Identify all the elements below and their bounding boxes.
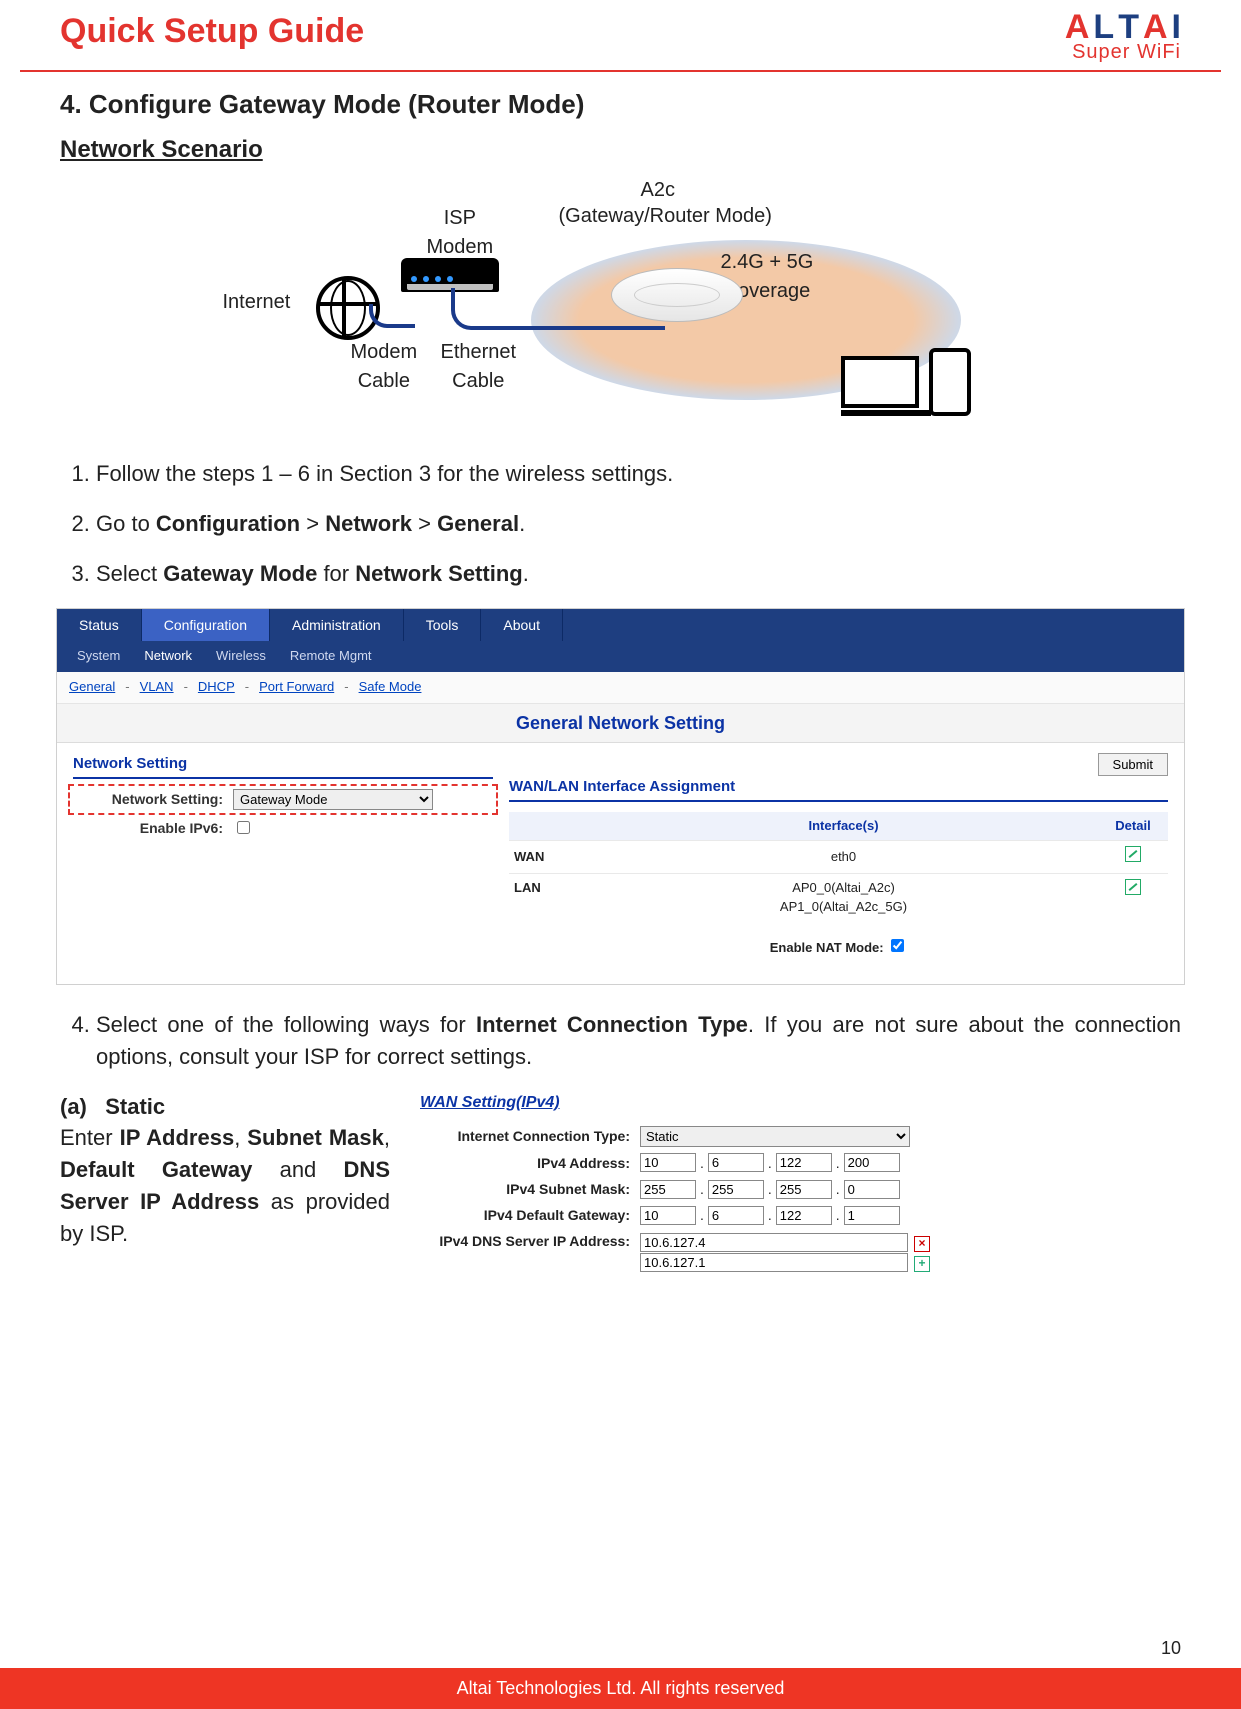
ipv4-addr-3[interactable] (776, 1153, 832, 1172)
interface-assignment-table: Interface(s) Detail WAN eth0 LAN AP0_0(A… (509, 812, 1168, 922)
phone-icon (929, 348, 971, 416)
subtab-system[interactable]: System (65, 643, 132, 670)
delete-icon[interactable]: × (914, 1236, 930, 1252)
table-row: LAN AP0_0(Altai_A2c) AP1_0(Altai_A2c_5G) (509, 874, 1168, 922)
tertiary-links: General- VLAN- DHCP- Port Forward- Safe … (57, 672, 1184, 704)
ipv4-gw-1[interactable] (640, 1206, 696, 1225)
secondary-tabs: System Network Wireless Remote Mgmt (57, 641, 1184, 672)
enable-nat-checkbox[interactable] (891, 939, 904, 952)
step-2: Go to Configuration > Network > General. (96, 508, 1181, 540)
tab-configuration[interactable]: Configuration (142, 609, 270, 641)
ipv4-addr-1[interactable] (640, 1153, 696, 1172)
general-network-setting-title: General Network Setting (57, 704, 1184, 743)
network-scenario-diagram: A2c (Gateway/Router Mode) 2.4G + 5G Cove… (241, 188, 1001, 428)
ipv4-gw-2[interactable] (708, 1206, 764, 1225)
link-vlan[interactable]: VLAN (140, 678, 174, 697)
subtab-remote-mgmt[interactable]: Remote Mgmt (278, 643, 384, 670)
edit-icon[interactable] (1125, 879, 1141, 895)
table-row: WAN eth0 (509, 841, 1168, 874)
tab-tools[interactable]: Tools (404, 609, 482, 641)
ipv4-mask-label: IPv4 Subnet Mask: (420, 1179, 630, 1199)
tab-about[interactable]: About (481, 609, 563, 641)
ethernet-cable-label: Ethernet Cable (441, 338, 517, 396)
link-port-forward[interactable]: Port Forward (259, 678, 334, 697)
wan-lan-assignment-subhead: WAN/LAN Interface Assignment (509, 776, 1168, 802)
ipv4-mask-2[interactable] (708, 1180, 764, 1199)
enable-ipv6-checkbox[interactable] (237, 821, 250, 834)
add-icon[interactable]: + (914, 1256, 930, 1272)
network-setting-select[interactable]: Gateway Mode (233, 789, 433, 810)
ipv4-address-label: IPv4 Address: (420, 1153, 630, 1173)
static-option-text: (a) Static Enter IP Address, Subnet Mask… (60, 1091, 390, 1279)
internet-conn-type-select[interactable]: Static (640, 1126, 910, 1147)
ap-label: A2c (641, 176, 675, 205)
link-general[interactable]: General (69, 678, 115, 697)
ipv4-dns-label: IPv4 DNS Server IP Address: (420, 1232, 630, 1250)
th-interfaces: Interface(s) (589, 812, 1098, 841)
modem-cable-line (369, 304, 415, 328)
section-heading: 4. Configure Gateway Mode (Router Mode) (60, 86, 1181, 124)
subtab-wireless[interactable]: Wireless (204, 643, 278, 670)
page-number: 10 (1161, 1638, 1181, 1659)
isp-modem-label: ISP Modem (427, 204, 494, 262)
scenario-heading: Network Scenario (60, 133, 1181, 168)
header-divider (20, 70, 1221, 72)
wan-setting-title: WAN Setting(IPv4) (420, 1091, 1181, 1114)
ap-icon (611, 268, 743, 322)
brand-sub: Super WiFi (1065, 41, 1181, 64)
step-1: Follow the steps 1 – 6 in Section 3 for … (96, 458, 1181, 490)
edit-icon[interactable] (1125, 846, 1141, 862)
link-dhcp[interactable]: DHCP (198, 678, 235, 697)
ipv4-dns-1[interactable] (640, 1233, 908, 1252)
ipv4-mask-3[interactable] (776, 1180, 832, 1199)
guide-title: Quick Setup Guide (60, 12, 364, 51)
modem-cable-label: Modem Cable (351, 338, 418, 396)
enable-nat-row: Enable NAT Mode: (509, 922, 1168, 964)
network-setting-subhead: Network Setting (73, 753, 493, 779)
ipv4-gw-3[interactable] (776, 1206, 832, 1225)
internet-conn-type-label: Internet Connection Type: (420, 1126, 630, 1146)
tab-administration[interactable]: Administration (270, 609, 404, 641)
primary-tabs: Status Configuration Administration Tool… (57, 609, 1184, 641)
tab-status[interactable]: Status (57, 609, 142, 641)
brand-logo: ALTAI Super WiFi (1065, 12, 1181, 64)
th-detail: Detail (1098, 812, 1168, 841)
general-network-setting-screenshot: Status Configuration Administration Tool… (56, 608, 1185, 985)
network-setting-label: Network Setting: (73, 789, 223, 809)
ipv4-addr-2[interactable] (708, 1153, 764, 1172)
ipv4-mask-1[interactable] (640, 1180, 696, 1199)
step-4: Select one of the following ways for Int… (96, 1009, 1181, 1073)
footer-text: Altai Technologies Ltd. All rights reser… (0, 1668, 1241, 1709)
ipv4-gw-4[interactable] (844, 1206, 900, 1225)
step-3: Select Gateway Mode for Network Setting. (96, 558, 1181, 590)
submit-button[interactable]: Submit (1098, 753, 1168, 776)
ipv4-mask-4[interactable] (844, 1180, 900, 1199)
ipv4-dns-2[interactable] (640, 1253, 908, 1272)
enable-ipv6-label: Enable IPv6: (73, 818, 223, 838)
link-safe-mode[interactable]: Safe Mode (359, 678, 422, 697)
laptop-icon (841, 356, 931, 416)
wan-setting-screenshot: WAN Setting(IPv4) Internet Connection Ty… (420, 1091, 1181, 1279)
ipv4-addr-4[interactable] (844, 1153, 900, 1172)
ap-mode-label: (Gateway/Router Mode) (559, 202, 772, 231)
network-setting-row: Network Setting: Gateway Mode (73, 789, 493, 810)
ipv4-gw-label: IPv4 Default Gateway: (420, 1205, 630, 1225)
modem-icon (401, 258, 499, 292)
subtab-network[interactable]: Network (132, 643, 204, 670)
internet-label: Internet (223, 288, 291, 317)
